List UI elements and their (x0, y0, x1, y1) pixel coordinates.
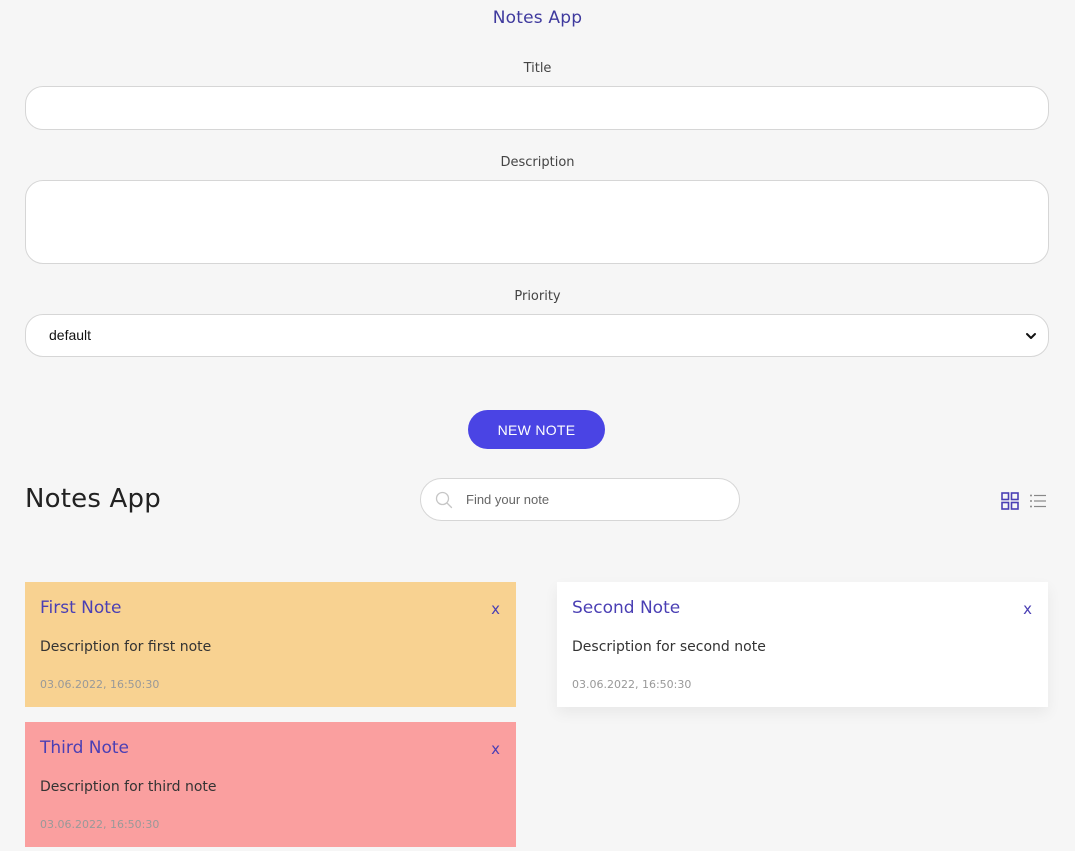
search-input[interactable]: Find your note (420, 478, 740, 521)
note-card-third: Third Note x Description for third note … (25, 722, 516, 847)
delete-note-button[interactable]: x (491, 600, 500, 618)
description-label: Description (500, 155, 575, 170)
note-card-first: First Note x Description for first note … (25, 582, 516, 707)
priority-select-value: default (49, 327, 92, 343)
note-description: Description for second note (572, 639, 766, 655)
note-description: Description for first note (40, 639, 212, 655)
priority-label: Priority (514, 289, 561, 304)
notes-section-title: Notes App (25, 484, 161, 514)
search-placeholder: Find your note (466, 492, 550, 507)
search-icon (435, 491, 453, 509)
note-title: First Note (40, 598, 122, 618)
title-label: Title (523, 61, 552, 76)
list-view-icon[interactable] (1029, 492, 1047, 510)
delete-note-button[interactable]: x (1023, 600, 1032, 618)
new-note-button[interactable]: NEW NOTE (468, 410, 605, 449)
note-title: Second Note (572, 598, 681, 618)
note-card-second: Second Note x Description for second not… (557, 582, 1048, 707)
note-date: 03.06.2022, 16:50:30 (40, 678, 160, 691)
priority-select[interactable]: default (25, 314, 1049, 357)
note-title: Third Note (40, 738, 130, 758)
chevron-down-icon (1026, 333, 1036, 339)
description-textarea[interactable] (25, 180, 1049, 264)
app-title: Notes App (492, 8, 583, 28)
delete-note-button[interactable]: x (491, 740, 500, 758)
note-description: Description for third note (40, 779, 217, 795)
title-input[interactable] (25, 86, 1049, 130)
note-date: 03.06.2022, 16:50:30 (572, 678, 692, 691)
grid-view-icon[interactable] (1001, 492, 1019, 510)
note-date: 03.06.2022, 16:50:30 (40, 818, 160, 831)
